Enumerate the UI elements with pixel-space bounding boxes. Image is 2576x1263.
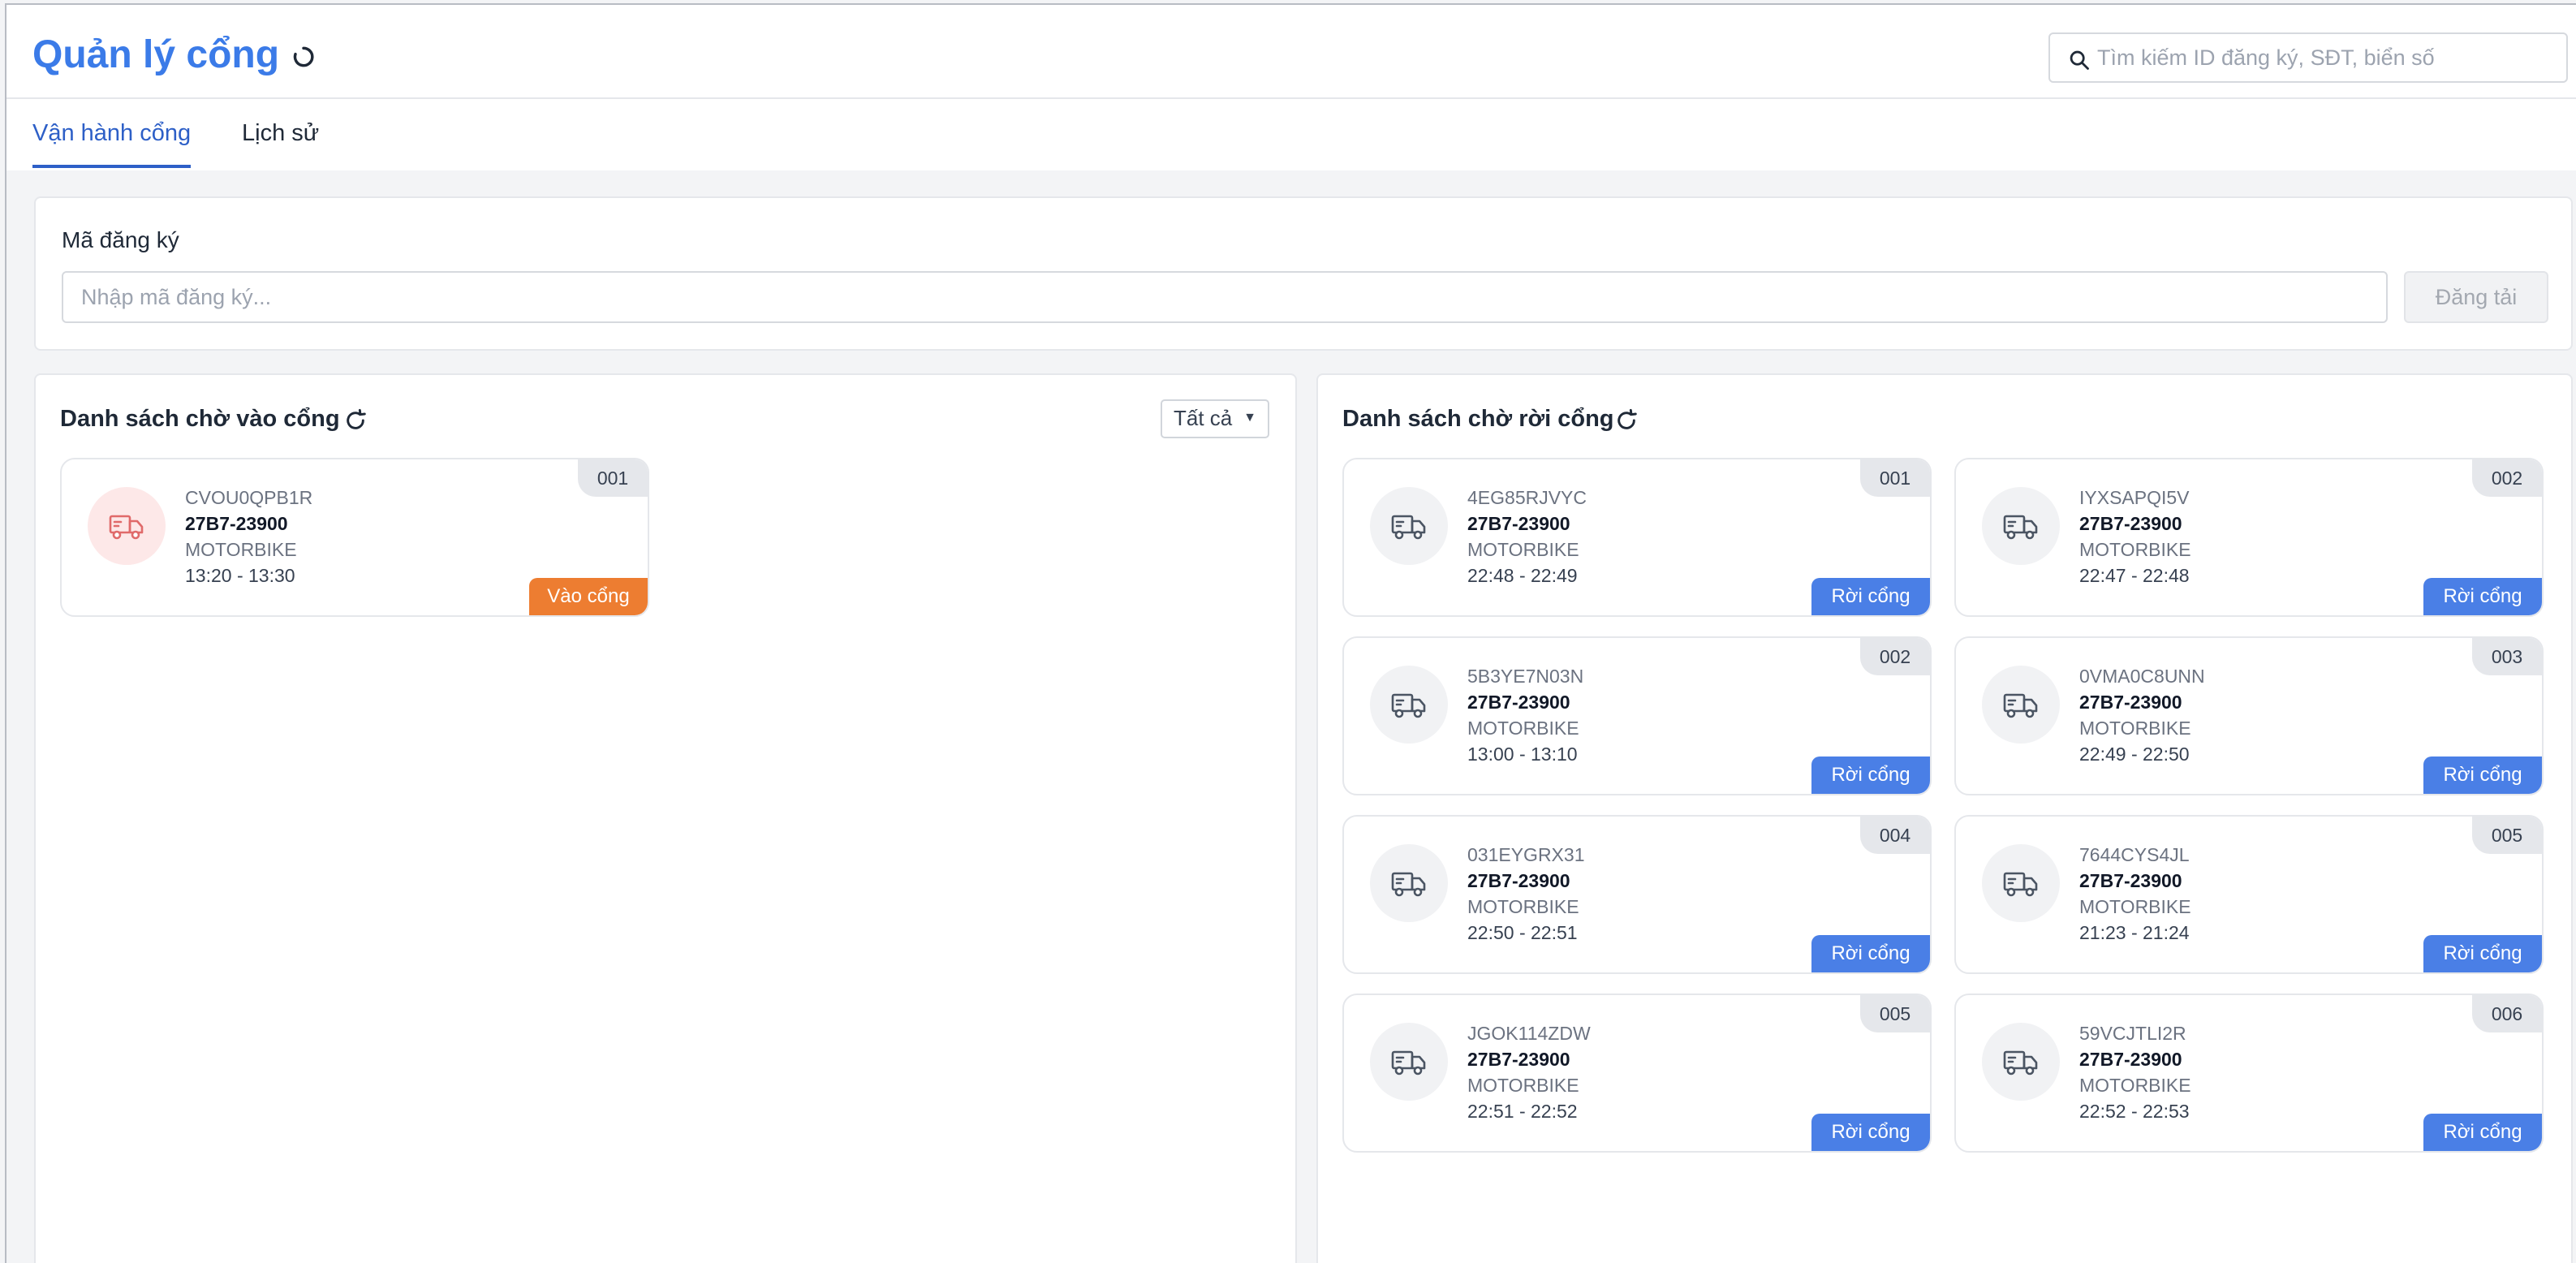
license-plate: 27B7-23900 [1467, 692, 1570, 713]
header: Quản lý cổng [6, 5, 2576, 99]
registration-code: 0VMA0C8UNN [2079, 666, 2205, 687]
vehicle-type: MOTORBIKE [2079, 896, 2191, 917]
time-slot: 22:51 - 22:52 [1467, 1101, 1578, 1122]
vehicle-card[interactable]: 0VMA0C8UNN 27B7-23900 MOTORBIKE 22:49 - 22:… [1954, 636, 2544, 795]
tab-gate-operation[interactable]: Vận hành cổng [32, 120, 192, 168]
license-plate: 27B7-23900 [2079, 1049, 2182, 1070]
filter-selected-value: Tất cả [1174, 406, 1233, 430]
exit-gate-button[interactable]: Rời cổng [2423, 935, 2542, 972]
exit-gate-button[interactable]: Rời cổng [1811, 1114, 1930, 1151]
time-slot: 22:48 - 22:49 [1467, 565, 1578, 586]
license-plate: 27B7-23900 [1467, 870, 1570, 891]
exit-gate-button[interactable]: Rời cổng [2423, 1114, 2542, 1151]
vehicle-type: MOTORBIKE [2079, 718, 2191, 739]
tab-bar: Vận hành cổng Lịch sử [6, 99, 2576, 170]
enter-gate-button[interactable]: Vào cổng [529, 578, 648, 615]
vehicle-avatar [1370, 666, 1448, 744]
tab-history[interactable]: Lịch sử [242, 120, 319, 165]
queue-number-badge: 003 [2472, 638, 2542, 675]
vehicle-card[interactable]: IYXSAPQI5V 27B7-23900 MOTORBIKE 22:47 - 22:… [1954, 458, 2544, 617]
registration-code: 031EYGRX31 [1467, 844, 1585, 865]
vehicle-avatar [1370, 487, 1448, 565]
vehicle-card[interactable]: 59VCJTLI2R 27B7-23900 MOTORBIKE 22:52 - 22:… [1954, 994, 2544, 1153]
license-plate: 27B7-23900 [2079, 692, 2182, 713]
registration-code: IYXSAPQI5V [2079, 487, 2190, 508]
entry-waiting-panel: Danh sách chờ vào cổng Tất cả ▼ CVOU0QPB… [34, 373, 1297, 1263]
vehicle-avatar [1982, 844, 2060, 922]
page-title: Quản lý cổng [32, 33, 280, 76]
vehicle-avatar [1370, 1023, 1448, 1101]
refresh-icon[interactable] [342, 407, 368, 433]
time-slot: 13:20 - 13:30 [185, 565, 295, 586]
time-slot: 22:49 - 22:50 [2079, 744, 2190, 765]
vehicle-card[interactable]: 031EYGRX31 27B7-23900 MOTORBIKE 22:50 - 22:… [1342, 815, 1932, 974]
registration-code: 5B3YE7N03N [1467, 666, 1584, 687]
time-slot: 21:23 - 21:24 [2079, 922, 2190, 943]
chevron-down-icon: ▼ [1243, 411, 1256, 425]
registration-code: 4EG85RJVYC [1467, 487, 1587, 508]
queue-number-badge: 006 [2472, 995, 2542, 1032]
time-slot: 22:47 - 22:48 [2079, 565, 2190, 586]
vehicle-avatar [1982, 1023, 2060, 1101]
exit-gate-button[interactable]: Rời cổng [1811, 757, 1930, 794]
registration-code: 7644CYS4JL [2079, 844, 2190, 865]
queue-number-badge: 001 [578, 459, 648, 497]
entry-filter-select[interactable]: Tất cả ▼ [1161, 399, 1269, 438]
license-plate: 27B7-23900 [2079, 870, 2182, 891]
registration-label: Mã đăng ký [62, 227, 179, 252]
app-window: Quản lý cổng Vận hành cổng Lịch sử Mã đă… [5, 3, 2576, 1263]
registration-code: 59VCJTLI2R [2079, 1023, 2186, 1044]
vehicle-type: MOTORBIKE [2079, 539, 2191, 560]
exit-gate-button[interactable]: Rời cổng [1811, 935, 1930, 972]
queue-number-badge: 002 [2472, 459, 2542, 497]
registration-card: Mã đăng ký Đăng tải [34, 196, 2573, 351]
time-slot: 13:00 - 13:10 [1467, 744, 1578, 765]
search-icon [2070, 50, 2089, 70]
license-plate: 27B7-23900 [1467, 513, 1570, 534]
search-box[interactable] [2048, 32, 2568, 83]
registration-code: JGOK114ZDW [1467, 1023, 1591, 1044]
vehicle-type: MOTORBIKE [1467, 718, 1579, 739]
vehicle-avatar [1982, 666, 2060, 744]
refresh-icon[interactable] [291, 44, 317, 70]
search-input[interactable] [2097, 39, 2552, 76]
exit-list-title: Danh sách chờ rời cổng [1342, 406, 1614, 432]
exit-gate-button[interactable]: Rời cổng [2423, 757, 2542, 794]
entry-list-title: Danh sách chờ vào cổng [60, 406, 340, 432]
vehicle-avatar [1982, 487, 2060, 565]
vehicle-card[interactable]: 4EG85RJVYC 27B7-23900 MOTORBIKE 22:48 - 22:… [1342, 458, 1932, 617]
vehicle-type: MOTORBIKE [2079, 1075, 2191, 1096]
time-slot: 22:52 - 22:53 [2079, 1101, 2190, 1122]
license-plate: 27B7-23900 [1467, 1049, 1570, 1070]
vehicle-type: MOTORBIKE [1467, 1075, 1579, 1096]
vehicle-avatar [88, 487, 166, 565]
vehicle-type: MOTORBIKE [185, 539, 297, 560]
exit-gate-button[interactable]: Rời cổng [1811, 578, 1930, 615]
license-plate: 27B7-23900 [2079, 513, 2182, 534]
vehicle-card[interactable]: 7644CYS4JL 27B7-23900 MOTORBIKE 21:23 - 21:… [1954, 815, 2544, 974]
vehicle-type: MOTORBIKE [1467, 539, 1579, 560]
refresh-icon[interactable] [1613, 407, 1639, 433]
queue-number-badge: 005 [2472, 817, 2542, 854]
queue-number-badge: 005 [1860, 995, 1930, 1032]
queue-number-badge: 004 [1860, 817, 1930, 854]
license-plate: 27B7-23900 [185, 513, 288, 534]
vehicle-card[interactable]: 5B3YE7N03N 27B7-23900 MOTORBIKE 13:00 - 13:… [1342, 636, 1932, 795]
exit-waiting-panel: Danh sách chờ rời cổng 4EG85RJVYC 27B7-23… [1316, 373, 2573, 1263]
time-slot: 22:50 - 22:51 [1467, 922, 1578, 943]
vehicle-avatar [1370, 844, 1448, 922]
queue-number-badge: 001 [1860, 459, 1930, 497]
registration-code-input[interactable] [62, 271, 2388, 323]
upload-button[interactable]: Đăng tải [2404, 271, 2548, 323]
exit-gate-button[interactable]: Rời cổng [2423, 578, 2542, 615]
registration-code: CVOU0QPB1R [185, 487, 313, 508]
queue-number-badge: 002 [1860, 638, 1930, 675]
vehicle-card[interactable]: CVOU0QPB1R 27B7-23900 MOTORBIKE 13:20 - 13:… [60, 458, 649, 617]
vehicle-card[interactable]: JGOK114ZDW 27B7-23900 MOTORBIKE 22:51 - 22:… [1342, 994, 1932, 1153]
vehicle-type: MOTORBIKE [1467, 896, 1579, 917]
